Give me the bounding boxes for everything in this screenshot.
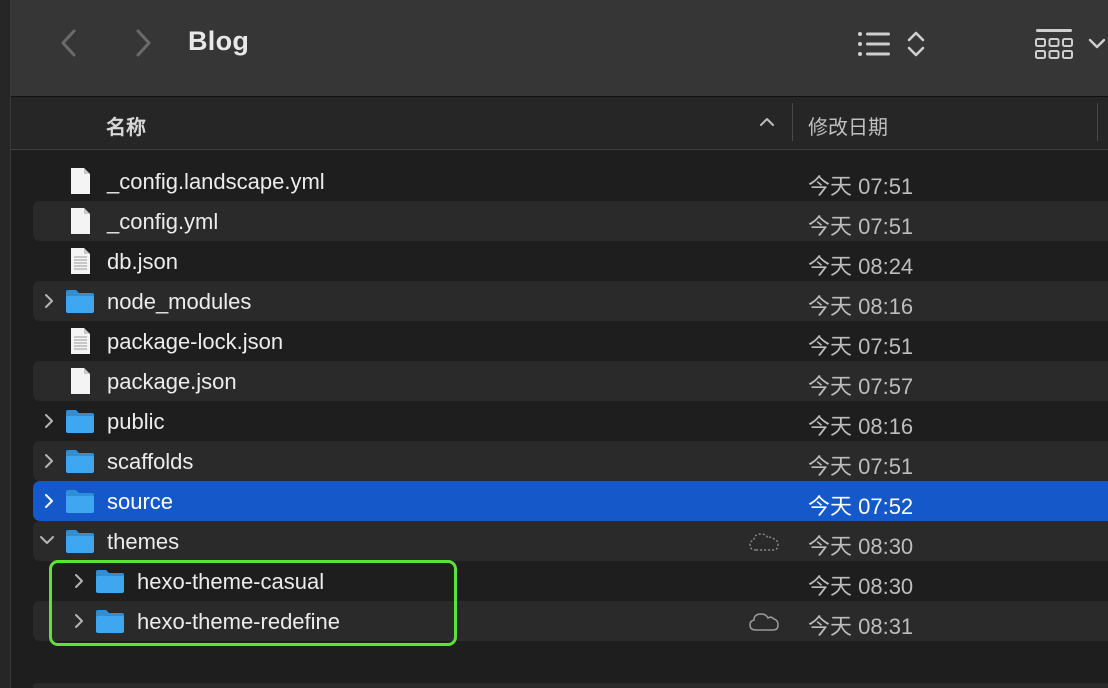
file-name: package-lock.json (107, 329, 284, 354)
modified-date: 今天 08:30 (808, 574, 914, 599)
dashed-cloud-icon (748, 531, 780, 553)
file-row[interactable]: db.json 今天 08:24 (33, 241, 1108, 281)
window-left-edge (0, 0, 11, 688)
name-column-header[interactable]: 名称 (106, 111, 146, 140)
chevron-down-icon (1088, 38, 1106, 49)
sort-ascending-icon[interactable] (759, 115, 775, 129)
modified-date: 今天 08:31 (808, 614, 914, 639)
modified-date: 今天 07:51 (808, 214, 914, 239)
disclosure-chevron-right-icon[interactable] (43, 493, 55, 509)
chevron-right-icon (136, 29, 151, 57)
modified-date: 今天 08:16 (808, 414, 914, 439)
modified-date: 今天 07:51 (808, 174, 914, 199)
modified-date: 今天 07:51 (808, 334, 914, 359)
icon-grid-icon (1035, 29, 1073, 59)
file-row[interactable]: package-lock.json 今天 07:51 (33, 321, 1108, 361)
folder-icon (65, 287, 95, 315)
chevron-left-icon (61, 29, 76, 57)
modified-date: 今天 08:24 (808, 254, 914, 279)
date-column-header[interactable]: 修改日期 (808, 111, 888, 140)
sort-arrows-icon (907, 31, 925, 57)
file-name: _config.yml (107, 209, 219, 234)
folder-row[interactable]: scaffolds 今天 07:51 (33, 441, 1108, 481)
folder-icon (65, 527, 95, 555)
list-bottom-edge (33, 683, 1108, 688)
folder-icon (65, 407, 95, 435)
modified-date: 今天 07:57 (808, 374, 914, 399)
group-dropdown-button[interactable] (1087, 36, 1107, 52)
file-row[interactable]: package.json 今天 07:57 (33, 361, 1108, 401)
folder-row[interactable]: node_modules 今天 08:16 (33, 281, 1108, 321)
file-name: themes (107, 529, 180, 554)
finder-toolbar: Blog (11, 0, 1108, 97)
folder-row[interactable]: themes 今天 08:30 (33, 521, 1108, 561)
folder-icon (65, 487, 95, 515)
modified-date: 今天 08:30 (808, 534, 914, 559)
list-view-button[interactable] (856, 28, 892, 60)
column-divider[interactable] (792, 103, 793, 141)
modified-date: 今天 07:51 (808, 454, 914, 479)
group-button[interactable] (1034, 26, 1074, 62)
file-name: _config.landscape.yml (107, 169, 325, 194)
file-name: db.json (107, 249, 178, 274)
text-document-icon (65, 247, 95, 275)
file-row[interactable]: _config.yml 今天 07:51 (33, 201, 1108, 241)
modified-date: 今天 07:52 (808, 494, 914, 519)
highlight-outline (49, 560, 457, 646)
text-document-icon (65, 327, 95, 355)
folder-icon (65, 447, 95, 475)
file-name: package.json (107, 369, 237, 394)
forward-button[interactable] (127, 26, 157, 60)
column-header: 名称 修改日期 (11, 97, 1108, 150)
view-options-button[interactable] (904, 28, 928, 60)
disclosure-chevron-right-icon[interactable] (43, 453, 55, 469)
column-divider[interactable] (1097, 103, 1098, 141)
file-name: scaffolds (107, 449, 194, 474)
file-name: source (107, 489, 174, 514)
file-row[interactable]: _config.landscape.yml 今天 07:51 (33, 161, 1108, 201)
back-button[interactable] (55, 26, 85, 60)
file-name: public (107, 409, 165, 434)
disclosure-chevron-right-icon[interactable] (43, 413, 55, 429)
modified-date: 今天 08:16 (808, 294, 914, 319)
list-view-icon (858, 32, 890, 56)
document-icon (65, 367, 95, 395)
document-icon (65, 167, 95, 195)
document-icon (65, 207, 95, 235)
disclosure-chevron-down-icon[interactable] (39, 533, 55, 549)
window-title: Blog (188, 26, 250, 56)
folder-row[interactable]: public 今天 08:16 (33, 401, 1108, 441)
cloud-icon (748, 611, 780, 633)
folder-row[interactable]: source 今天 07:52 (33, 481, 1108, 521)
disclosure-chevron-right-icon[interactable] (43, 293, 55, 309)
file-name: node_modules (107, 289, 252, 314)
